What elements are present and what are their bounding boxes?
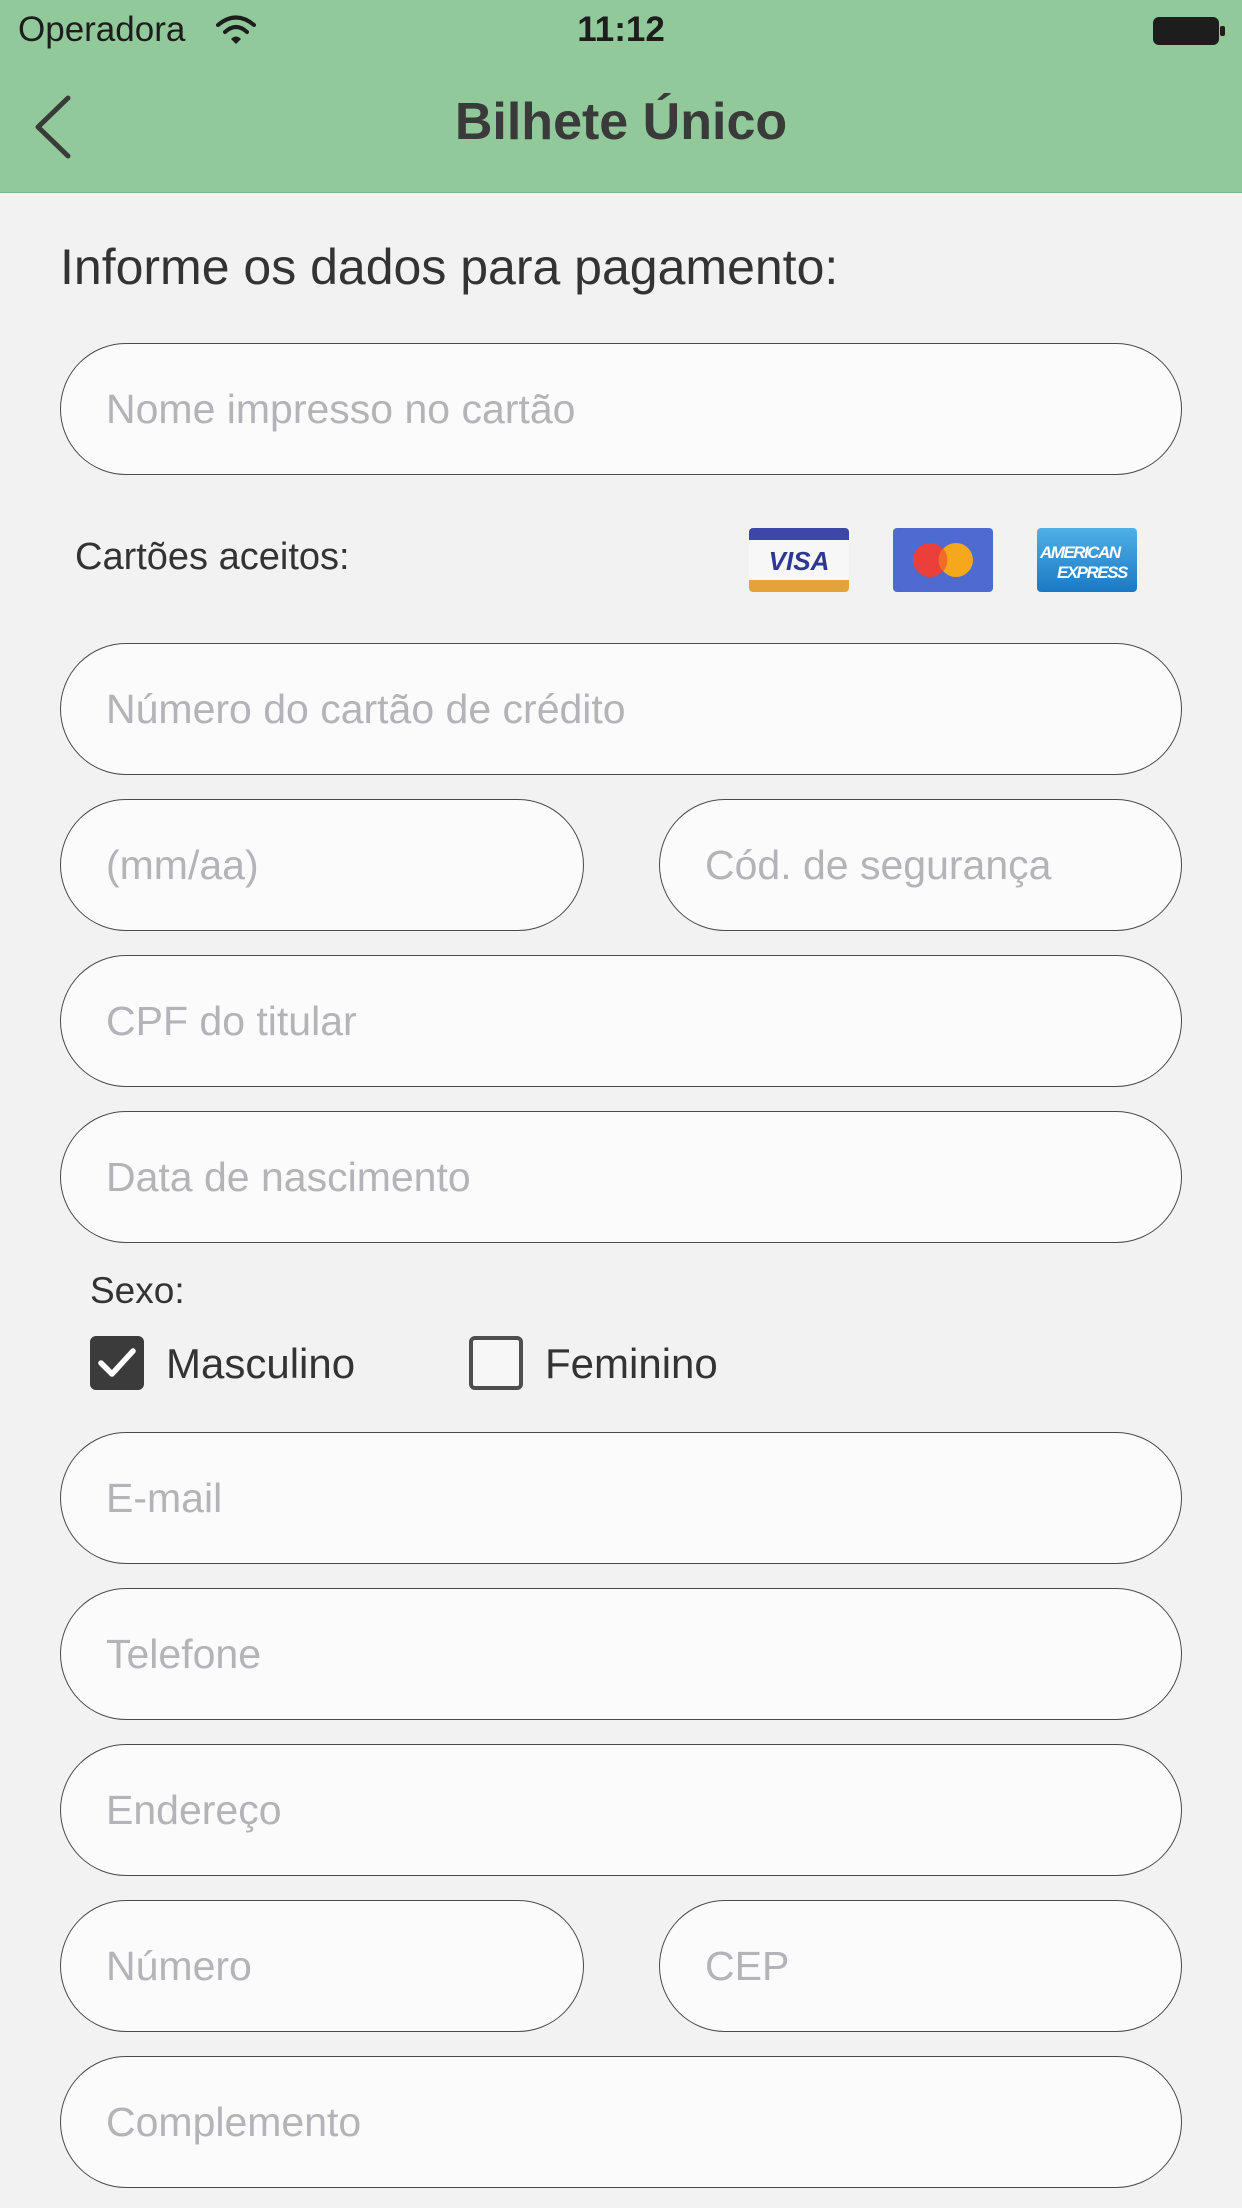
email-input[interactable] [60,1432,1182,1564]
page-title: Bilhete Único [454,93,788,151]
sex-option-feminino[interactable]: Feminino [469,1336,769,1390]
feminino-label: Feminino [545,1340,718,1387]
birthdate-input[interactable] [60,1111,1182,1243]
sex-option-masculino[interactable]: Masculino [90,1336,390,1390]
expiry-date-input[interactable] [60,799,584,931]
cep-input[interactable] [659,1900,1182,2032]
svg-text:VISA: VISA [769,546,830,576]
svg-text:EXPRESS: EXPRESS [1057,563,1129,582]
cpf-input[interactable] [60,955,1182,1087]
mastercard-card-icon [893,528,993,592]
american-express-card-icon: AMERICAN EXPRESS [1037,528,1137,592]
checkmark-icon [98,1348,136,1377]
security-code-input[interactable] [659,799,1182,931]
svg-text:AMERICAN: AMERICAN [1039,543,1122,562]
checkbox-checked[interactable] [90,1336,144,1390]
card-number-input[interactable] [60,643,1182,775]
navigation-header: Operadora 11:12 Bilhete Único [0,0,1242,193]
masculino-label: Masculino [166,1340,356,1387]
checkbox-unchecked[interactable] [469,1336,523,1390]
battery-icon [1153,17,1225,45]
accepted-cards-label: Cartões aceitos: [75,536,350,578]
phone-input[interactable] [60,1588,1182,1720]
status-time: 11:12 [577,10,665,49]
complement-input[interactable] [60,2056,1182,2188]
cardholder-name-input[interactable] [60,343,1182,475]
address-number-input[interactable] [60,1900,584,2032]
form-heading: Informe os dados para pagamento: [60,239,839,295]
visa-card-icon: VISA [749,528,849,592]
sex-label: Sexo: [90,1270,185,1311]
address-input[interactable] [60,1744,1182,1876]
